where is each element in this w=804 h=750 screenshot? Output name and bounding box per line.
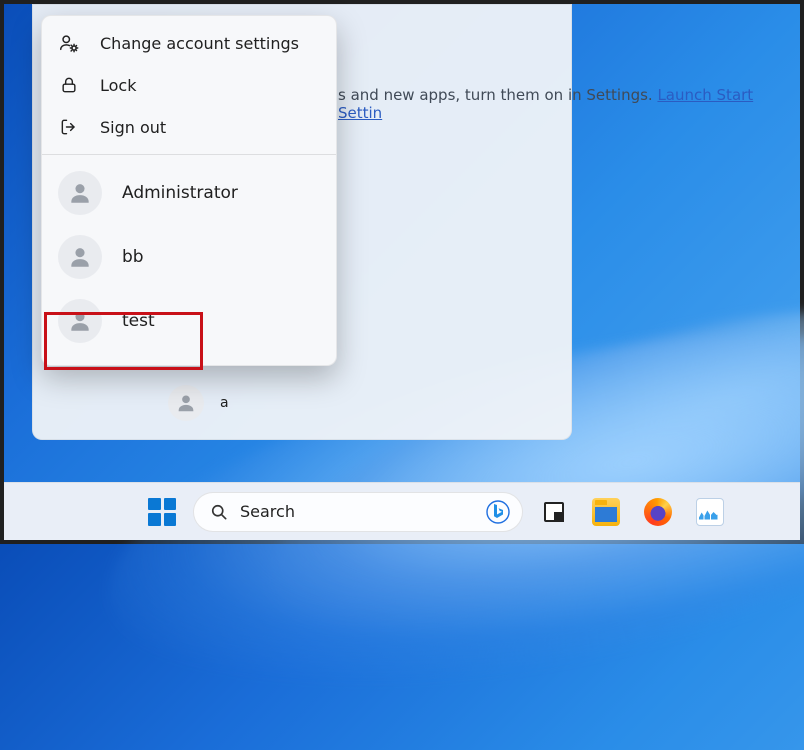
menu-separator: [42, 154, 336, 155]
switch-user-administrator[interactable]: Administrator: [42, 161, 336, 225]
user-label: bb: [122, 247, 144, 267]
switch-user-test[interactable]: test: [42, 289, 336, 353]
firefox-icon: [644, 498, 672, 526]
search-placeholder: Search: [240, 502, 476, 521]
taskbar-search[interactable]: Search: [193, 492, 523, 532]
sign-out-icon: [58, 116, 80, 138]
firefox-button[interactable]: [637, 491, 679, 533]
account-settings-icon: [58, 32, 80, 54]
file-explorer-icon: [592, 498, 620, 526]
bing-icon: [486, 500, 510, 524]
notice-text: s and new apps, turn them on in Settings…: [338, 86, 657, 104]
windows-logo-icon: [148, 498, 176, 526]
performance-monitor-icon: [696, 498, 724, 526]
file-explorer-button[interactable]: [585, 491, 627, 533]
menu-label: Change account settings: [100, 34, 299, 53]
search-icon: [208, 501, 230, 523]
user-avatar-icon: [58, 235, 102, 279]
task-view-button[interactable]: [533, 491, 575, 533]
task-view-icon: [540, 498, 568, 526]
menu-label: Lock: [100, 76, 136, 95]
user-label: Administrator: [122, 183, 238, 203]
start-panel-user[interactable]: a: [168, 385, 229, 421]
lock-item[interactable]: Lock: [42, 64, 336, 106]
taskbar: Search: [4, 482, 800, 540]
user-label: test: [122, 311, 155, 331]
user-avatar-icon: [58, 299, 102, 343]
start-panel-user-label: a: [220, 395, 229, 411]
account-flyout: Change account settings Lock Sign out Ad…: [41, 15, 337, 366]
recommendations-notice: s and new apps, turn them on in Settings…: [338, 86, 800, 122]
user-avatar-icon: [168, 385, 204, 421]
menu-label: Sign out: [100, 118, 166, 137]
sign-out-item[interactable]: Sign out: [42, 106, 336, 148]
performance-monitor-button[interactable]: [689, 491, 731, 533]
change-account-settings-item[interactable]: Change account settings: [42, 22, 336, 64]
start-button[interactable]: [141, 491, 183, 533]
lock-icon: [58, 74, 80, 96]
user-avatar-icon: [58, 171, 102, 215]
switch-user-bb[interactable]: bb: [42, 225, 336, 289]
